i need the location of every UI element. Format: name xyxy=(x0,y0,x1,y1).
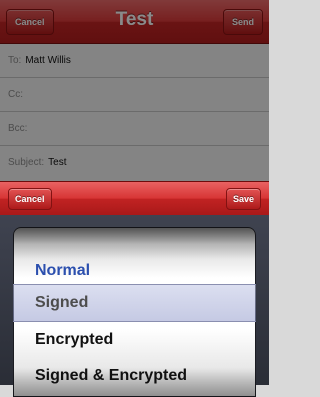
picker-toolbar: Cancel Save xyxy=(0,181,269,215)
picker-wheel[interactable]: Normal Signed Encrypted Signed & Encrypt… xyxy=(13,227,256,397)
picker-option-signed[interactable]: Signed xyxy=(13,286,256,320)
picker-option-signed-encrypted[interactable]: Signed & Encrypted xyxy=(13,359,256,393)
picker-option-normal[interactable]: Normal xyxy=(13,254,256,288)
modal-dim-overlay xyxy=(0,0,269,181)
picker-option-encrypted[interactable]: Encrypted xyxy=(13,323,256,357)
security-picker: Normal Signed Encrypted Signed & Encrypt… xyxy=(0,215,269,397)
picker-save-button[interactable]: Save xyxy=(225,188,261,210)
picker-cancel-button[interactable]: Cancel xyxy=(8,188,52,210)
